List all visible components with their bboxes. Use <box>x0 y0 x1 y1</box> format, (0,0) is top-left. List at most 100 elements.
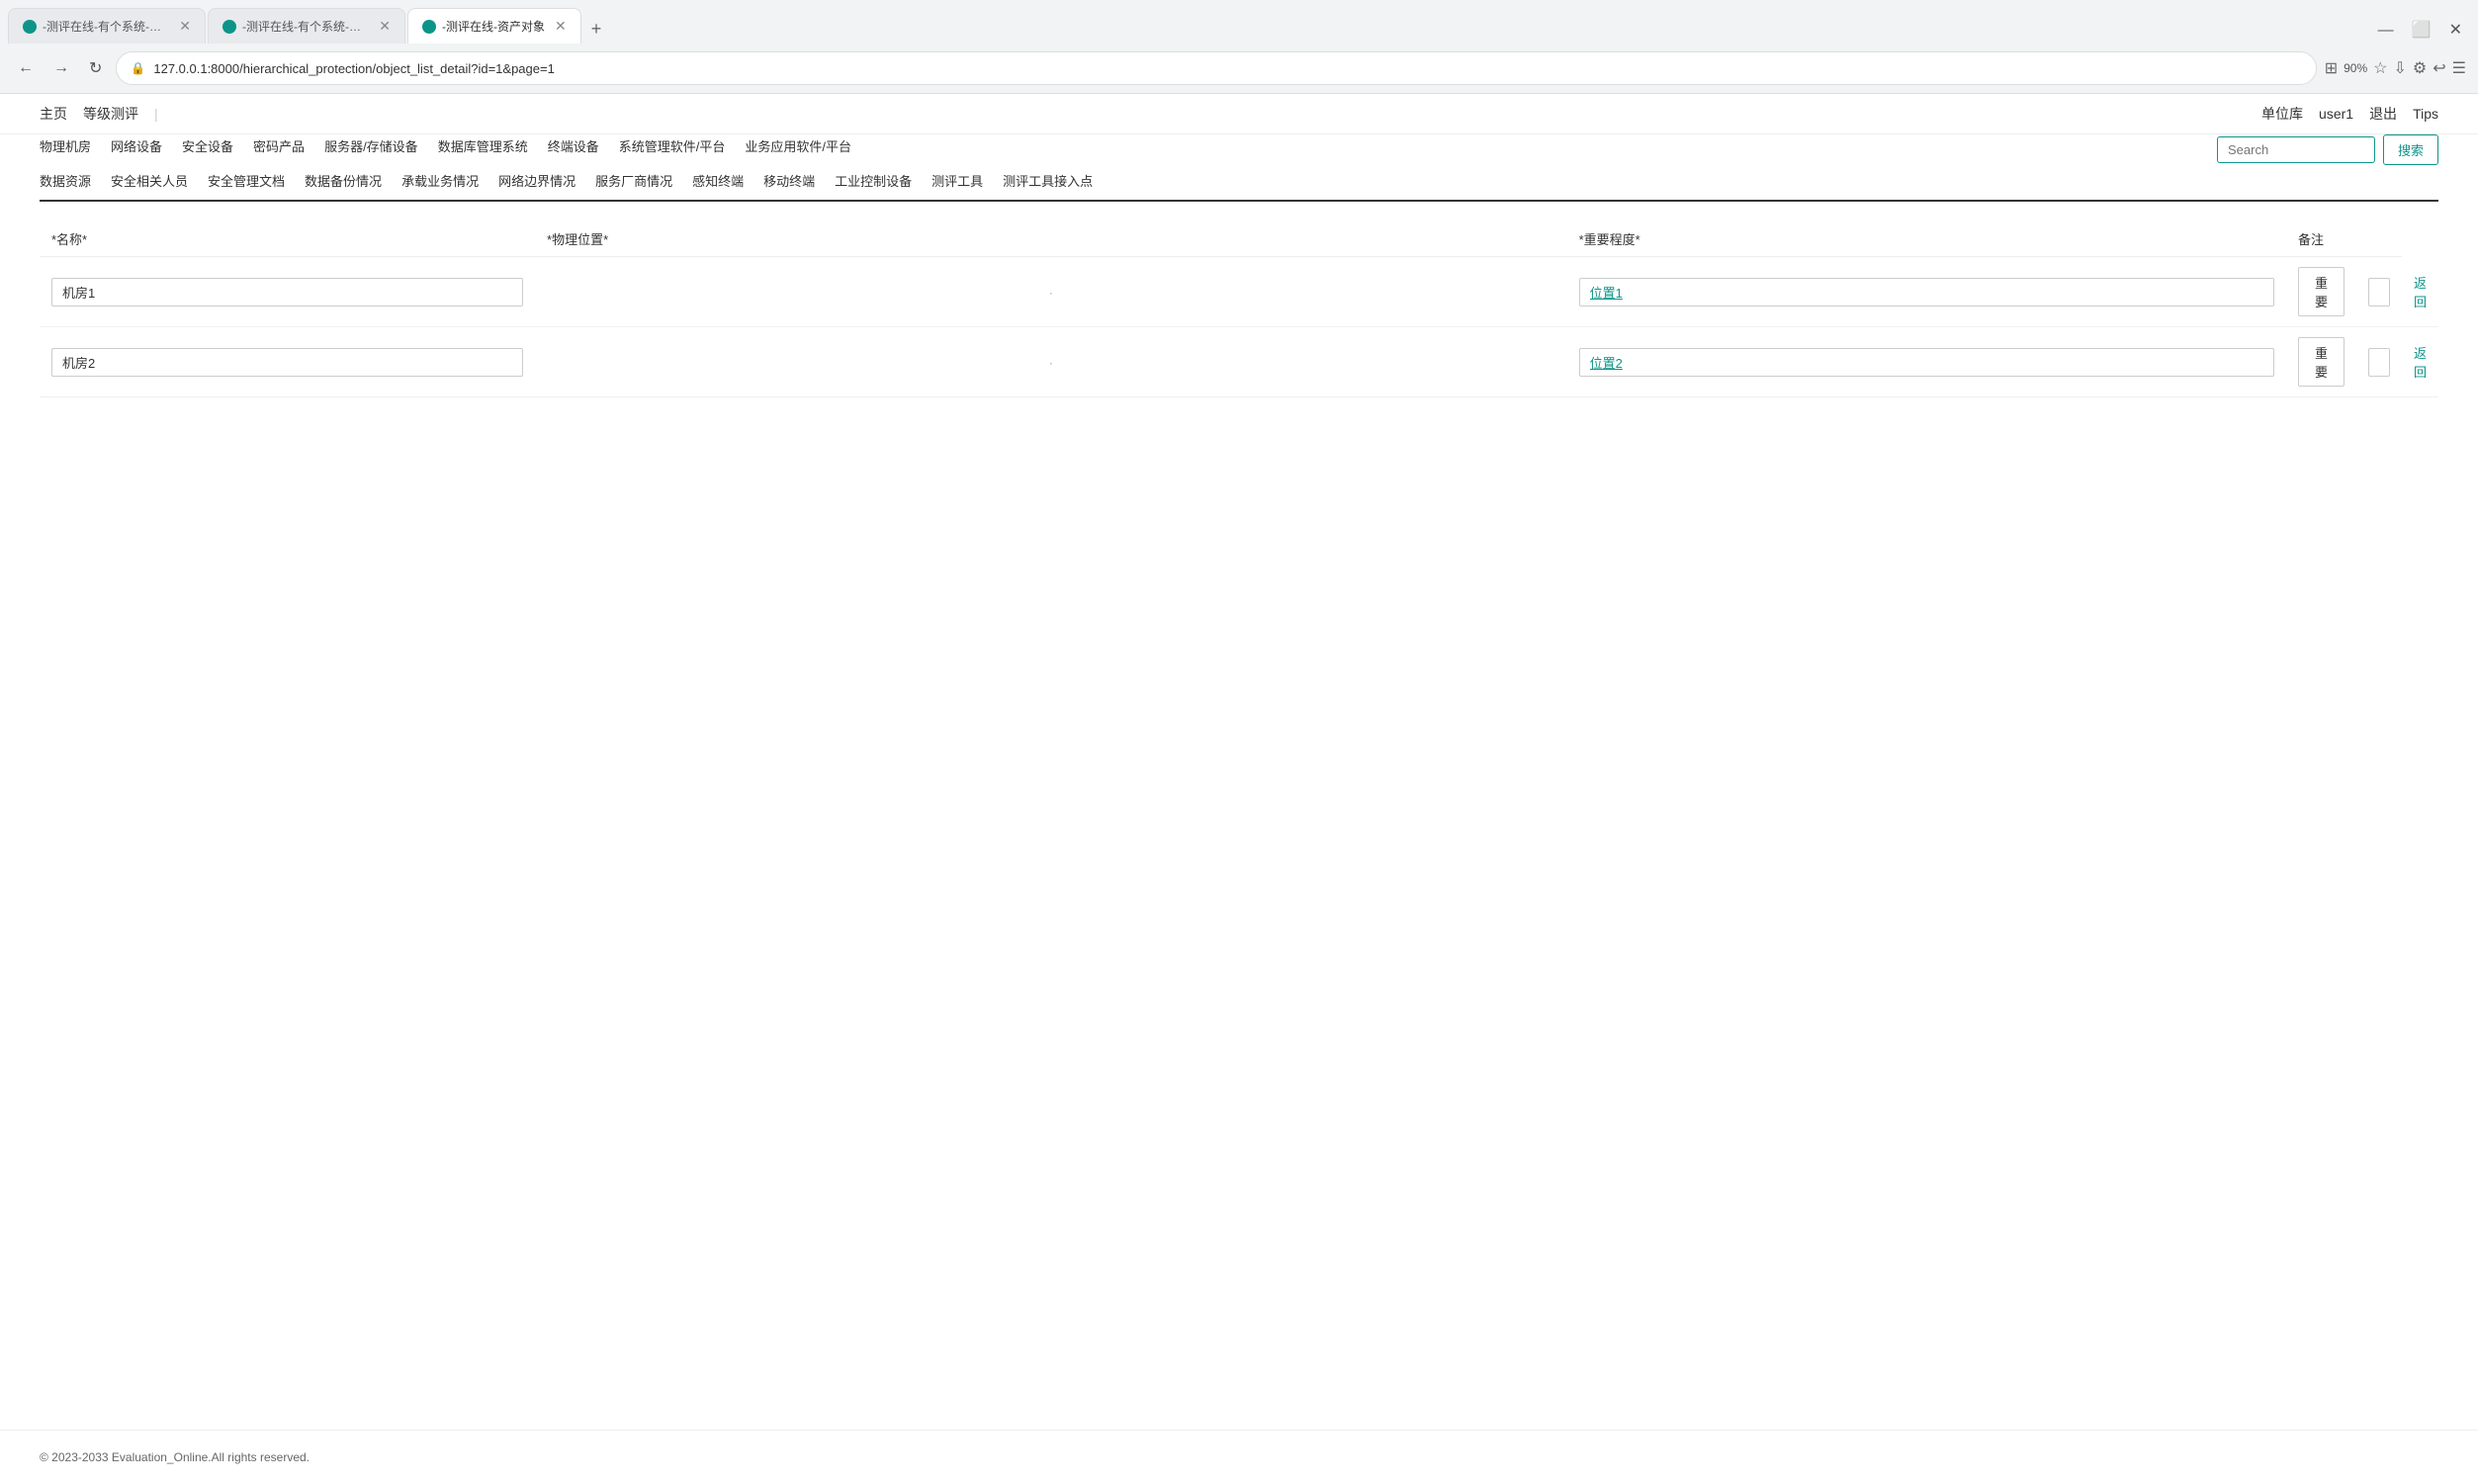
row1-importance-cell: 重要 <box>2286 257 2356 327</box>
cat-data-backup[interactable]: 数据备份情况 <box>305 171 382 190</box>
category-row-1: 物理机房 网络设备 安全设备 密码产品 服务器/存储设备 数据库管理系统 终端设… <box>40 136 2217 155</box>
cat-system-mgmt[interactable]: 系统管理软件/平台 <box>619 136 726 155</box>
table-row: · 重要 返回 <box>40 257 2438 327</box>
cat-vendor-status[interactable]: 服务厂商情况 <box>595 171 672 190</box>
search-input[interactable] <box>2217 136 2375 163</box>
nav-logout[interactable]: 退出 <box>2369 104 2397 124</box>
reload-button[interactable]: ↻ <box>83 54 108 82</box>
security-icon: 🔒 <box>131 61 145 75</box>
row1-name-cell <box>40 257 535 327</box>
tab-3-icon <box>422 20 436 34</box>
row1-return-button[interactable]: 返回 <box>2414 273 2427 310</box>
nav-tips[interactable]: Tips <box>2413 106 2438 122</box>
tab-1[interactable]: -测评在线-有个系统-资产对象 ✕ <box>8 8 206 44</box>
tab-2-title: -测评在线-有个系统-资产对象 <box>242 18 369 35</box>
tab-2[interactable]: -测评在线-有个系统-资产对象 ✕ <box>208 8 405 44</box>
row1-dot-separator-cell: · <box>535 257 1567 327</box>
cat-physical-room[interactable]: 物理机房 <box>40 136 91 155</box>
download-icon[interactable]: ⇩ <box>2394 58 2407 78</box>
row2-name-cell <box>40 327 535 397</box>
minimize-button[interactable]: — <box>2370 18 2402 44</box>
row2-note-input[interactable] <box>2368 348 2390 377</box>
nav-home[interactable]: 主页 <box>40 104 67 124</box>
row1-location-input[interactable] <box>1579 278 2274 306</box>
tab-2-close[interactable]: ✕ <box>379 18 391 35</box>
col-header-importance: *重要程度* <box>1567 221 2286 257</box>
row1-note-input[interactable] <box>2368 278 2390 306</box>
cat-crypto-product[interactable]: 密码产品 <box>253 136 305 155</box>
cat-business-load[interactable]: 承载业务情况 <box>401 171 479 190</box>
table-area: *名称* *物理位置* *重要程度* 备注 · <box>0 202 2478 1430</box>
row2-importance-cell: 重要 <box>2286 327 2356 397</box>
row1-note-cell <box>2356 257 2402 327</box>
footer-text: © 2023-2033 Evaluation_Online.All rights… <box>40 1450 310 1464</box>
search-button[interactable]: 搜索 <box>2383 134 2438 165</box>
footer: © 2023-2033 Evaluation_Online.All rights… <box>0 1430 2478 1484</box>
tab-1-close[interactable]: ✕ <box>179 18 191 35</box>
url-text: 127.0.0.1:8000/hierarchical_protection/o… <box>153 61 2301 76</box>
cat-network-border[interactable]: 网络边界情况 <box>498 171 575 190</box>
row1-name-input[interactable] <box>51 278 523 306</box>
forward-button[interactable]: → <box>47 55 75 81</box>
cat-mobile-terminal[interactable]: 移动终端 <box>763 171 815 190</box>
cat-eval-tool-entry[interactable]: 测评工具接入点 <box>1003 171 1093 190</box>
table-row: · 重要 返回 <box>40 327 2438 397</box>
row2-action-cell: 返回 <box>2402 327 2438 397</box>
cat-server-storage[interactable]: 服务器/存储设备 <box>324 136 418 155</box>
table-header: *名称* *物理位置* *重要程度* 备注 <box>40 221 2438 257</box>
col-header-note: 备注 <box>2286 221 2356 257</box>
address-bar[interactable]: 🔒 127.0.0.1:8000/hierarchical_protection… <box>116 51 2316 85</box>
restore-button[interactable]: ⬜ <box>2404 16 2439 44</box>
new-tab-button[interactable]: + <box>583 15 610 44</box>
bookmark-icon[interactable]: ☆ <box>2373 58 2387 78</box>
cat-security-equipment[interactable]: 安全设备 <box>182 136 233 155</box>
row2-location-input[interactable] <box>1579 348 2274 377</box>
row2-dot: · <box>1045 356 1057 370</box>
search-area: 搜索 <box>2217 134 2438 165</box>
close-window-button[interactable]: ✕ <box>2441 16 2470 44</box>
address-bar-row: ← → ↻ 🔒 127.0.0.1:8000/hierarchical_prot… <box>0 44 2478 93</box>
cat-terminal[interactable]: 终端设备 <box>548 136 599 155</box>
row1-action-cell: 返回 <box>2402 257 2438 327</box>
tab-3[interactable]: -测评在线-资产对象 ✕ <box>407 8 581 44</box>
cat-perception-terminal[interactable]: 感知终端 <box>692 171 744 190</box>
row1-location-cell <box>1567 257 2286 327</box>
extensions-icon: ⊞ <box>2325 58 2338 78</box>
cat-business-app[interactable]: 业务应用软件/平台 <box>745 136 851 155</box>
row2-importance-button[interactable]: 重要 <box>2298 337 2345 387</box>
cat-security-personnel[interactable]: 安全相关人员 <box>111 171 188 190</box>
cat-industrial-control[interactable]: 工业控制设备 <box>835 171 912 190</box>
top-navigation: 主页 等级测评 | 单位库 user1 退出 Tips <box>0 94 2478 134</box>
nav-evaluation[interactable]: 等级测评 <box>83 104 138 124</box>
browser-toolbar: ⊞ 90% ☆ ⇩ ⚙ ↩ ☰ <box>2325 58 2466 78</box>
row1-importance-button[interactable]: 重要 <box>2298 267 2345 316</box>
row2-return-button[interactable]: 返回 <box>2414 343 2427 381</box>
row2-note-cell <box>2356 327 2402 397</box>
tab-bar: -测评在线-有个系统-资产对象 ✕ -测评在线-有个系统-资产对象 ✕ -测评在… <box>0 0 2478 44</box>
nav-unit-library[interactable]: 单位库 <box>2261 104 2303 124</box>
cat-network-equipment[interactable]: 网络设备 <box>111 136 162 155</box>
category-nav-wrapper: 物理机房 网络设备 安全设备 密码产品 服务器/存储设备 数据库管理系统 终端设… <box>0 134 2478 202</box>
nav-divider: | <box>154 106 158 122</box>
zoom-level: 90% <box>2344 61 2367 75</box>
table-body: · 重要 返回 <box>40 257 2438 397</box>
col-header-name: *名称* <box>40 221 535 257</box>
first-nav-row: 物理机房 网络设备 安全设备 密码产品 服务器/存储设备 数据库管理系统 终端设… <box>40 134 2438 165</box>
tab-1-title: -测评在线-有个系统-资产对象 <box>43 18 169 35</box>
tab-3-close[interactable]: ✕ <box>555 18 567 35</box>
menu-icon[interactable]: ☰ <box>2452 58 2466 78</box>
cat-database[interactable]: 数据库管理系统 <box>438 136 528 155</box>
row2-name-input[interactable] <box>51 348 523 377</box>
cat-data-resource[interactable]: 数据资源 <box>40 171 91 190</box>
nav-user[interactable]: user1 <box>2319 106 2353 122</box>
cat-security-docs[interactable]: 安全管理文档 <box>208 171 285 190</box>
back-button[interactable]: ← <box>12 55 40 81</box>
cat-eval-tool[interactable]: 测评工具 <box>931 171 983 190</box>
app-content: 主页 等级测评 | 单位库 user1 退出 Tips 物理机房 网络设备 安全… <box>0 94 2478 1484</box>
tab-2-icon <box>222 20 236 34</box>
history-back-icon[interactable]: ↩ <box>2433 58 2445 78</box>
top-nav-left: 主页 等级测评 | <box>40 104 158 124</box>
settings-icon[interactable]: ⚙ <box>2413 58 2427 78</box>
tab-1-icon <box>23 20 37 34</box>
col-header-action <box>2356 221 2402 257</box>
